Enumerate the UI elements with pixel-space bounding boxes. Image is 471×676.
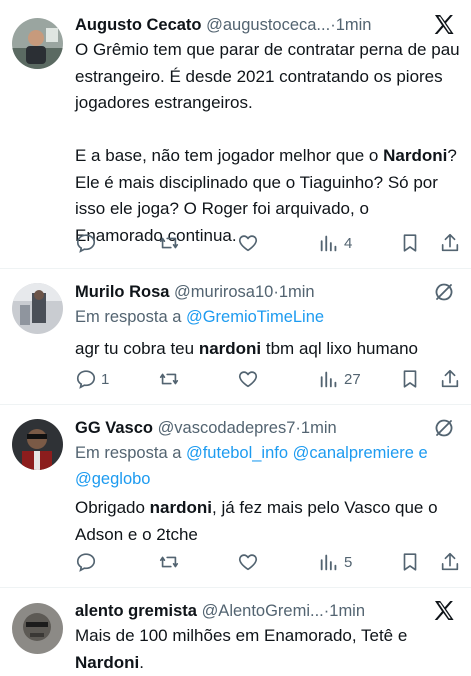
timestamp[interactable]: 1min: [329, 602, 365, 620]
bookmark-button[interactable]: [399, 231, 421, 255]
bookmark-button[interactable]: [399, 550, 421, 574]
share-icon: [441, 233, 459, 252]
divider: [0, 268, 471, 269]
x-logo-icon: [432, 599, 456, 623]
highlighted-term: nardoni: [198, 339, 262, 358]
bluesky-like-icon: [432, 280, 456, 304]
reply-button[interactable]: 1: [75, 367, 109, 391]
heart-icon: [238, 235, 258, 252]
highlighted-term: Nardoni: [383, 146, 448, 165]
action-bar: 1 27: [0, 367, 471, 391]
retweet-icon: [159, 237, 179, 249]
handle[interactable]: @vascodadepres7: [158, 419, 296, 437]
mention-link[interactable]: @GremioTimeLine: [186, 308, 324, 326]
bookmark-icon: [403, 234, 417, 252]
avatar[interactable]: [12, 603, 63, 654]
tweet-text: agr tu cobra teu nardoni tbm aql lixo hu…: [75, 336, 460, 363]
reply-icon: [76, 234, 96, 253]
display-name[interactable]: GG Vasco: [75, 419, 153, 437]
tweet-paragraph: Mais de 100 milhões em Enamorado, Tetê e…: [75, 626, 408, 672]
divider: [0, 587, 471, 588]
reply-button[interactable]: [75, 550, 97, 574]
views-count: 4: [344, 234, 353, 252]
mention-link[interactable]: @futebol_info: [186, 444, 288, 462]
retweet-icon: [159, 373, 179, 385]
highlighted-term: nardoni: [149, 498, 213, 517]
like-button[interactable]: [237, 231, 259, 255]
reply-button[interactable]: [75, 231, 97, 255]
tweet-4[interactable]: alento gremista @AlentoGremi...·1min Mai…: [0, 599, 471, 675]
share-button[interactable]: [439, 550, 461, 574]
avatar[interactable]: [12, 419, 63, 470]
reply-context: Em resposta a @GremioTimeLine: [75, 304, 460, 330]
handle[interactable]: @AlentoGremi...: [202, 602, 324, 620]
reply-count: 1: [101, 370, 110, 388]
display-name[interactable]: alento gremista: [75, 602, 197, 620]
tweet-3[interactable]: GG Vasco @vascodadepres7·1min Em respost…: [0, 416, 471, 587]
tweet-text: O Grêmio tem que parar de contratar pern…: [75, 37, 460, 249]
handle[interactable]: @augustoceca...: [206, 16, 330, 34]
tweet-1[interactable]: Augusto Cecato @augustoceca...·1min O Gr…: [0, 13, 471, 268]
mention-link[interactable]: @canalpremiere: [293, 444, 414, 462]
views-count: 27: [344, 370, 361, 388]
heart-icon: [238, 554, 258, 571]
heart-icon: [238, 371, 258, 388]
tweet-2[interactable]: Murilo Rosa @murirosa10·1min Em resposta…: [0, 280, 471, 404]
action-bar: 5: [0, 550, 471, 574]
timestamp[interactable]: 1min: [301, 419, 337, 437]
bookmark-icon: [403, 370, 417, 388]
bookmark-icon: [403, 553, 417, 571]
tweet-feed: Augusto Cecato @augustoceca...·1min O Gr…: [0, 0, 471, 675]
share-icon: [441, 369, 459, 388]
views-count: 5: [344, 553, 353, 571]
mention-link[interactable]: @geglobo: [75, 470, 150, 488]
tweet-header: Augusto Cecato @augustoceca...·1min: [75, 13, 371, 37]
views-button[interactable]: 5: [318, 550, 352, 574]
tweet-paragraph: agr tu cobra teu nardoni tbm aql lixo hu…: [75, 339, 419, 358]
views-button[interactable]: 4: [318, 231, 352, 255]
views-icon: [320, 371, 337, 388]
share-button[interactable]: [439, 367, 461, 391]
views-icon: [320, 235, 337, 252]
tweet-text: Mais de 100 milhões em Enamorado, Tetê e…: [75, 623, 460, 676]
reply-icon: [76, 553, 96, 572]
reply-prefix: Em resposta a: [75, 308, 186, 326]
tweet-text: Obrigado nardoni, já fez mais pelo Vasco…: [75, 495, 460, 548]
tweet-header: alento gremista @AlentoGremi...·1min: [75, 599, 365, 623]
retweet-icon: [159, 556, 179, 568]
display-name[interactable]: Murilo Rosa: [75, 283, 169, 301]
retweet-button[interactable]: [158, 550, 180, 574]
highlighted-term: Nardoni: [75, 652, 140, 672]
bookmark-button[interactable]: [399, 367, 421, 391]
x-logo-icon: [432, 13, 456, 37]
display-name[interactable]: Augusto Cecato: [75, 16, 202, 34]
timestamp[interactable]: 1min: [336, 16, 372, 34]
tweet-header: GG Vasco @vascodadepres7·1min: [75, 416, 337, 440]
reply-context: Em resposta a @futebol_info @canalpremie…: [75, 440, 460, 492]
tweet-paragraph: O Grêmio tem que parar de contratar pern…: [75, 40, 460, 112]
tweet-header: Murilo Rosa @murirosa10·1min: [75, 280, 315, 304]
bluesky-like-icon: [432, 416, 456, 440]
retweet-button[interactable]: [158, 231, 180, 255]
divider: [0, 404, 471, 405]
like-button[interactable]: [237, 550, 259, 574]
tweet-paragraph: Obrigado nardoni, já fez mais pelo Vasco…: [75, 498, 438, 544]
avatar[interactable]: [12, 283, 63, 334]
avatar[interactable]: [12, 18, 63, 69]
share-icon: [441, 552, 459, 571]
like-button[interactable]: [237, 367, 259, 391]
retweet-button[interactable]: [158, 367, 180, 391]
views-icon: [320, 554, 337, 571]
views-button[interactable]: 27: [318, 367, 361, 391]
share-button[interactable]: [439, 231, 461, 255]
handle[interactable]: @murirosa10: [174, 283, 273, 301]
mention-conjunction: e: [418, 444, 428, 462]
reply-prefix: Em resposta a: [75, 444, 186, 462]
reply-icon: [76, 370, 96, 389]
timestamp[interactable]: 1min: [279, 283, 315, 301]
action-bar: 4: [0, 231, 471, 255]
